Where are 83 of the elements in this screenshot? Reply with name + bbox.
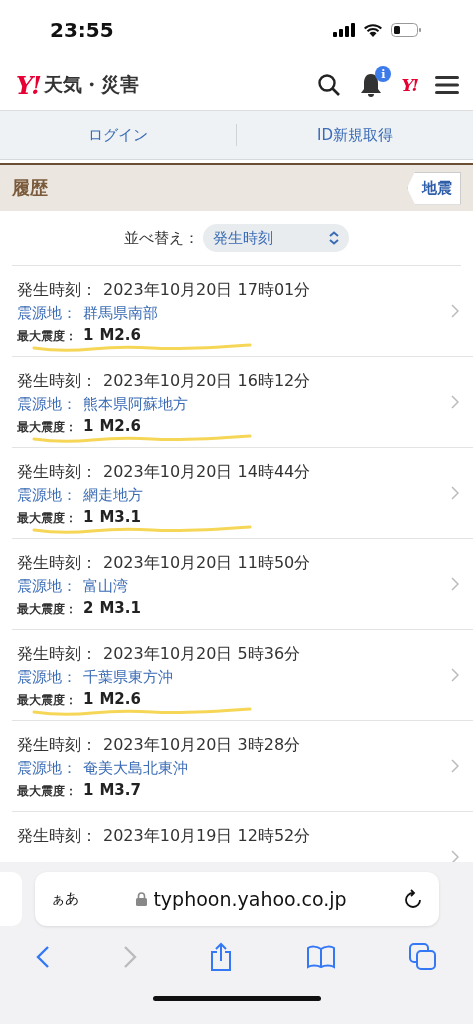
magnitude-value: M2.6	[99, 417, 141, 435]
intensity-label: 最大震度：	[17, 692, 77, 709]
tabs-icon[interactable]	[408, 943, 437, 971]
magnitude-value: M3.1	[99, 508, 141, 526]
intensity-value: 1	[83, 326, 94, 344]
category-tag[interactable]: 地震	[407, 171, 461, 205]
place-label: 震源地：	[17, 668, 77, 687]
quake-time: 2023年10月20日 17時01分	[103, 280, 311, 301]
quake-row[interactable]: 発生時刻： 2023年10月20日 11時50分 震源地： 富山湾 最大震度： 2 M3.1	[12, 539, 473, 630]
wifi-icon	[363, 23, 383, 37]
time-label: 発生時刻：	[17, 826, 97, 847]
quake-time: 2023年10月20日 5時36分	[103, 644, 301, 665]
quake-time: 2023年10月20日 11時50分	[103, 553, 311, 574]
quake-time: 2023年10月20日 14時44分	[103, 462, 311, 483]
sort-label: 並べ替え：	[124, 228, 199, 248]
intensity-value: 2	[83, 599, 94, 617]
place-label: 震源地：	[17, 395, 77, 414]
quake-row[interactable]: 発生時刻： 2023年10月20日 14時44分 震源地： 網走地方 最大震度： 1 M3.1	[12, 448, 473, 539]
time-label: 発生時刻：	[17, 644, 97, 665]
chevron-icon	[451, 577, 459, 591]
signal-icon	[333, 23, 355, 37]
intensity-label: 最大震度：	[17, 510, 77, 527]
quake-row[interactable]: 発生時刻： 2023年10月20日 17時01分 震源地： 群馬県南部 最大震度： 1 M2.6	[12, 266, 473, 357]
search-icon[interactable]	[317, 73, 342, 97]
battery-icon	[391, 23, 421, 37]
intensity-value: 1	[83, 417, 94, 435]
intensity-value: 1	[83, 690, 94, 708]
menu-icon[interactable]	[435, 75, 459, 95]
place-label: 震源地：	[17, 759, 77, 778]
quake-row[interactable]: 発生時刻： 2023年10月20日 5時36分 震源地： 千葉県東方沖 最大震度： 1 M2.6	[12, 630, 473, 721]
magnitude-value: M3.1	[99, 599, 141, 617]
lock-icon	[136, 892, 148, 906]
time-label: 発生時刻：	[17, 553, 97, 574]
magnitude-value: M2.6	[99, 690, 141, 708]
intensity-label: 最大震度：	[17, 328, 77, 345]
time-label: 発生時刻：	[17, 371, 97, 392]
text-size-button[interactable]: ぁあ	[50, 890, 79, 908]
share-icon[interactable]	[209, 942, 234, 972]
time-label: 発生時刻：	[17, 735, 97, 756]
account-link[interactable]: ID新規取得	[236, 124, 473, 146]
intensity-value: 1	[83, 781, 94, 799]
time-label: 発生時刻：	[17, 462, 97, 483]
chevron-icon	[451, 759, 459, 773]
clock: 23:55	[50, 18, 114, 42]
notification-badge: i	[375, 66, 392, 82]
address-bar[interactable]: ぁあ typhoon.yahoo.co.jp	[34, 872, 439, 926]
updown-icon	[329, 231, 339, 245]
chevron-icon	[451, 668, 459, 682]
quake-time: 2023年10月19日 12時52分	[103, 826, 311, 847]
place-label: 震源地：	[17, 304, 77, 323]
epicenter-link[interactable]: 富山湾	[83, 577, 128, 596]
epicenter-link[interactable]: 千葉県東方沖	[83, 668, 173, 687]
quake-time: 2023年10月20日 3時28分	[103, 735, 301, 756]
place-label: 震源地：	[17, 577, 77, 596]
book-icon[interactable]	[306, 945, 337, 969]
chevron-icon	[451, 486, 459, 500]
url-text: typhoon.yahoo.co.jp	[153, 888, 347, 910]
section-title: 履歴	[12, 176, 48, 200]
account-link[interactable]: ログイン	[0, 124, 236, 146]
sort-select[interactable]: 発生時刻	[203, 224, 349, 252]
reload-icon[interactable]	[404, 889, 423, 909]
chevron-icon	[451, 850, 459, 862]
intensity-label: 最大震度：	[17, 419, 77, 436]
place-label: 震源地：	[17, 486, 77, 505]
time-label: 発生時刻：	[17, 280, 97, 301]
epicenter-link[interactable]: 群馬県南部	[83, 304, 158, 323]
chevron-icon	[451, 304, 459, 318]
epicenter-link[interactable]: 熊本県阿蘇地方	[83, 395, 188, 414]
site-title: 天気・災害	[43, 72, 139, 97]
quake-row[interactable]: 発生時刻： 2023年10月20日 3時28分 震源地： 奄美大島北東沖 最大震度： 1 M3.7	[12, 721, 473, 812]
chevron-icon	[451, 395, 459, 409]
quake-time: 2023年10月20日 16時12分	[103, 371, 311, 392]
quake-row[interactable]: 発生時刻： 2023年10月20日 16時12分 震源地： 熊本県阿蘇地方 最大震度： 1 M2.6	[12, 357, 473, 448]
magnitude-value: M3.7	[99, 781, 141, 799]
yahoo-logo[interactable]: Y!	[401, 75, 417, 95]
back-icon[interactable]	[36, 945, 51, 969]
epicenter-link[interactable]: 奄美大島北東沖	[83, 759, 188, 778]
logo-mark: Y!	[16, 70, 40, 100]
magnitude-value: M2.6	[99, 326, 141, 344]
intensity-label: 最大震度：	[17, 783, 77, 800]
intensity-value: 1	[83, 508, 94, 526]
intensity-label: 最大震度：	[17, 601, 77, 618]
epicenter-link[interactable]: 網走地方	[83, 486, 143, 505]
